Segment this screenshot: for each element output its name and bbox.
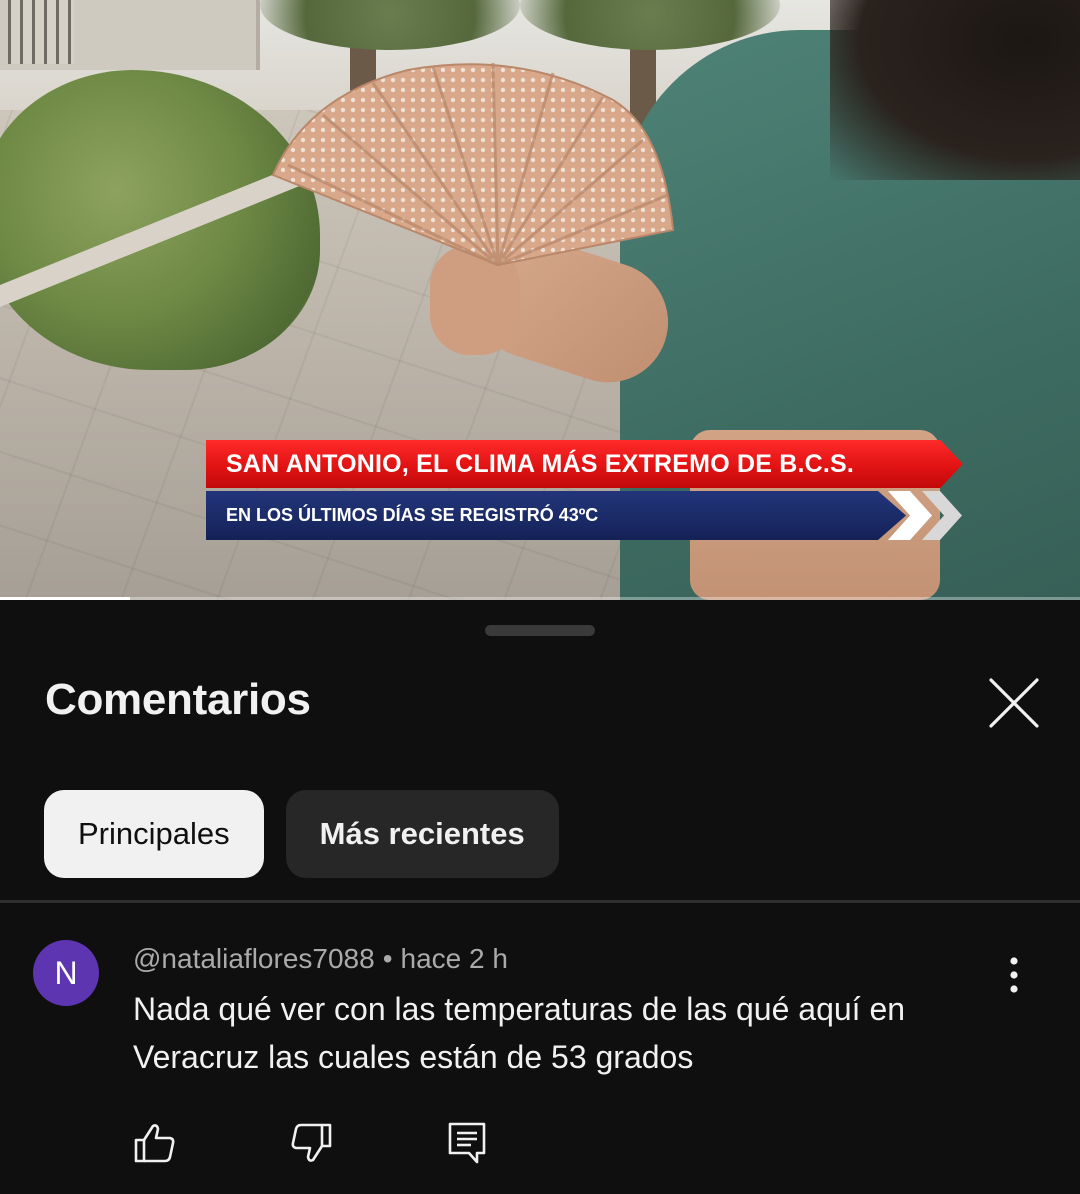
- chip-principales[interactable]: Principales: [44, 790, 264, 878]
- comment-actions: [133, 1121, 489, 1165]
- close-icon: [989, 678, 1039, 728]
- comment-author[interactable]: @nataliaflores7088: [133, 943, 375, 974]
- video-frame-hair: [830, 0, 1080, 180]
- comment-meta: @nataliaflores7088 • hace 2 h: [133, 943, 508, 975]
- comment-more-button[interactable]: [990, 951, 1038, 999]
- chip-mas-recientes[interactable]: Más recientes: [285, 790, 559, 878]
- news-headline-text: SAN ANTONIO, EL CLIMA MÁS EXTREMO DE B.C…: [226, 449, 855, 478]
- news-headline-banner: SAN ANTONIO, EL CLIMA MÁS EXTREMO DE B.C…: [206, 440, 963, 488]
- dislike-button[interactable]: [289, 1121, 333, 1165]
- like-button[interactable]: [133, 1121, 177, 1165]
- video-frame-gate: [8, 0, 74, 64]
- reply-button[interactable]: [445, 1121, 489, 1165]
- video-progress-bar[interactable]: [0, 597, 1080, 600]
- comment-time: hace 2 h: [400, 943, 508, 974]
- avatar-letter: N: [54, 954, 78, 991]
- video-player[interactable]: SAN ANTONIO, EL CLIMA MÁS EXTREMO DE B.C…: [0, 0, 1080, 600]
- comment-text: Nada qué ver con las temperaturas de las…: [133, 991, 906, 1075]
- comments-title: Comentarios: [45, 675, 311, 724]
- dislike-icon: [291, 1123, 332, 1162]
- comments-sheet: Comentarios Principales Más recientes N …: [0, 603, 1080, 1194]
- like-icon: [134, 1124, 175, 1163]
- reply-icon: [448, 1122, 486, 1164]
- comment-item: N @nataliaflores7088 • hace 2 h Nada qué v…: [0, 903, 1080, 1194]
- meta-separator: •: [382, 943, 393, 974]
- drag-handle[interactable]: [485, 625, 595, 636]
- news-subheadline-text: EN LOS ÚLTIMOS DÍAS SE REGISTRÓ 43ºC: [226, 505, 599, 525]
- news-subheadline-banner: EN LOS ÚLTIMOS DÍAS SE REGISTRÓ 43ºC: [206, 491, 906, 540]
- more-vertical-icon: [1010, 957, 1018, 993]
- video-progress-fill: [0, 597, 130, 600]
- chevrons-icon: [888, 491, 962, 540]
- avatar[interactable]: N: [33, 940, 99, 1006]
- close-button[interactable]: [982, 671, 1046, 735]
- hand-fan-image: [271, 62, 675, 267]
- comment-sort-chips: Principales Más recientes: [44, 790, 559, 878]
